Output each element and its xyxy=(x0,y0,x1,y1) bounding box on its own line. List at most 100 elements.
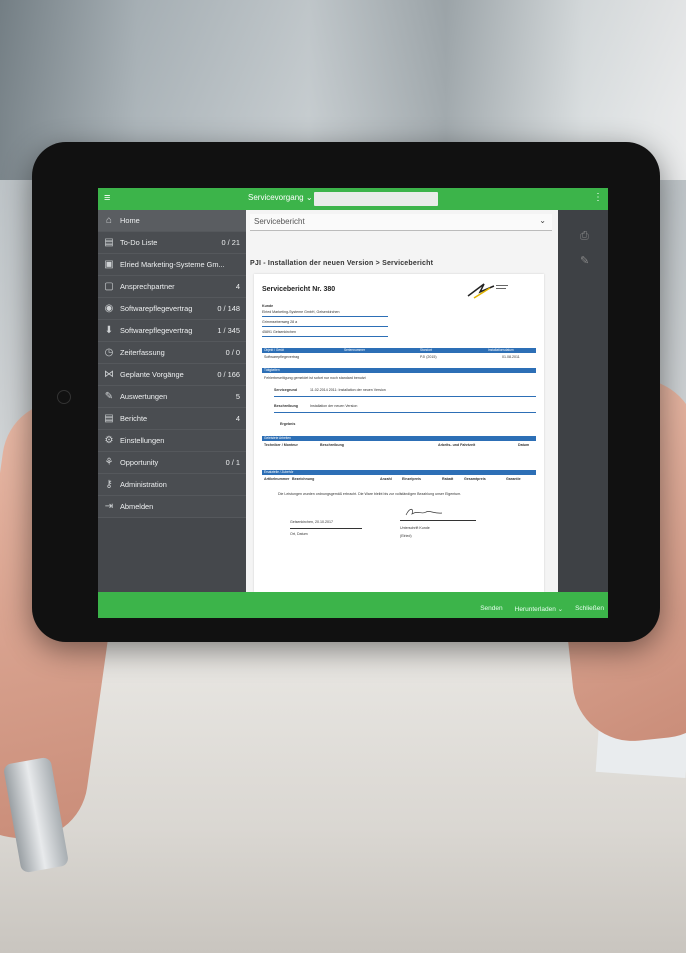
table1-header-4: Installationsdatum xyxy=(488,348,514,352)
divider xyxy=(262,316,388,317)
sidebar-item-time[interactable]: ◷ Zeiterfassung 0 / 0 xyxy=(98,342,246,364)
sidebar-item-logout[interactable]: ⇥ Abmelden xyxy=(98,496,246,518)
kunde-name: Elried Marketing-Systeme GmbH, Gelsenkir… xyxy=(262,310,340,314)
sidebar-item-evaluations[interactable]: ✎ Auswertungen 5 xyxy=(98,386,246,408)
sidebar-item-opportunity[interactable]: ⚘ Opportunity 0 / 1 xyxy=(98,452,246,474)
table1-header-1: Objekt / Gerät xyxy=(264,348,284,352)
table3-header: Anzahl xyxy=(380,477,392,481)
kunde-address2: 45891 Gelsenkirchen xyxy=(262,330,296,334)
clock-icon: ◷ xyxy=(104,347,114,358)
table3-header: Rabatt xyxy=(442,477,454,481)
sidebar-item-contract-a[interactable]: ◉ Softwarepflegevertrag 0 / 148 xyxy=(98,298,246,320)
close-button[interactable]: Schließen xyxy=(575,605,604,613)
table2-title: Geleistete Arbeiten xyxy=(264,436,291,440)
sidebar-item-count: 0 / 148 xyxy=(217,304,240,313)
sidebar-item-company[interactable]: ▣ Elried Marketing-Systeme Gm... xyxy=(98,254,246,276)
sidebar-item-label: Softwarepflegevertrag xyxy=(120,304,193,313)
divider xyxy=(262,336,388,337)
chevron-down-icon: ⌄ xyxy=(305,193,313,202)
sidebar-item-label: Elried Marketing-Systeme Gm... xyxy=(120,260,225,269)
beschreibung-label: Beschreibung xyxy=(274,404,298,408)
edit-icon[interactable]: ✎ xyxy=(580,254,589,267)
tablet-device: ≡ Servicevorgang ⌄ ⋮ ⌂ Home ▤ To-Do List… xyxy=(32,142,660,642)
sidebar-item-count: 1 / 345 xyxy=(217,326,240,335)
table3-header: Gesamtpreis xyxy=(464,477,486,481)
section-text: Fehlerbeseitigung gemeldet ist sofort nu… xyxy=(264,376,366,380)
sidebar-item-count: 0 / 1 xyxy=(225,458,240,467)
servicegrund-value: 11.02.2014 2011: Installation der neuen … xyxy=(310,388,386,392)
signature-line-customer xyxy=(400,520,476,521)
sidebar-item-count: 4 xyxy=(235,414,240,423)
company-logo-icon xyxy=(467,283,508,299)
signature-image xyxy=(405,508,443,516)
settings-icon: ⚙ xyxy=(104,435,114,446)
sidebar-item-label: To-Do Liste xyxy=(120,238,158,247)
sidebar-item-todo[interactable]: ▤ To-Do Liste 0 / 21 xyxy=(98,232,246,254)
section-title: Tätigkeiten xyxy=(264,368,280,372)
sidebar-item-label: Einstellungen xyxy=(120,436,165,445)
report-select[interactable]: Servicebericht ⌄ xyxy=(250,214,552,231)
gear-icon: ◉ xyxy=(104,303,114,314)
report-preview: Servicebericht Nr. 380 Kunde Elried Mark… xyxy=(254,274,544,592)
kunde-address1: Grimmsebenweg 28 a xyxy=(262,320,298,324)
sidebar-item-label: Home xyxy=(120,216,140,225)
sidebar-item-planned[interactable]: ⋈ Geplante Vorgänge 0 / 166 xyxy=(98,364,246,386)
sidebar-item-label: Zeiterfassung xyxy=(120,348,165,357)
sidebar-item-label: Berichte xyxy=(120,414,148,423)
printer-icon[interactable]: ⎙ xyxy=(580,230,589,243)
table1-cell: Softwarepflegevertrag xyxy=(264,355,300,359)
sidebar-item-contract-b[interactable]: ⬇ Softwarepflegevertrag 1 / 345 xyxy=(98,320,246,342)
opportunity-icon: ⚘ xyxy=(104,457,114,468)
table3-header: Artikelnummer xyxy=(264,477,290,481)
sidebar-item-reports[interactable]: ▤ Berichte 4 xyxy=(98,408,246,430)
sidebar-item-settings[interactable]: ⚙ Einstellungen xyxy=(98,430,246,452)
sidebar-item-count: 0 / 166 xyxy=(217,370,240,379)
legal-note: Die Leistungen wurden ordnungsgemäß erbr… xyxy=(278,492,462,496)
table3-title: Ersatzteile / Zubehör xyxy=(264,470,294,474)
signature-line-date xyxy=(290,528,362,529)
admin-icon: ⚷ xyxy=(105,479,113,490)
sidebar-item-label: Ansprechpartner xyxy=(120,282,175,291)
contact-icon: ▢ xyxy=(104,281,114,292)
ergebnis-label: Ergebnis xyxy=(280,422,296,426)
kunde-label: Kunde xyxy=(262,304,274,308)
record-type-dropdown[interactable]: Servicevorgang ⌄ xyxy=(248,193,313,202)
sidebar-item-contacts[interactable]: ▢ Ansprechpartner 4 xyxy=(98,276,246,298)
report-title: Servicebericht Nr. 380 xyxy=(262,286,336,293)
sidebar-item-label: Geplante Vorgänge xyxy=(120,370,184,379)
table3-header: Garantie xyxy=(506,477,521,481)
table2-header: Beschreibung xyxy=(320,443,344,447)
section-header xyxy=(262,368,536,373)
servicegrund-label: Servicegrund xyxy=(274,388,297,392)
hamburger-icon[interactable]: ≡ xyxy=(104,192,110,204)
send-button[interactable]: Senden xyxy=(480,605,502,613)
top-bar: ≡ Servicevorgang ⌄ ⋮ xyxy=(98,188,608,210)
table2-header: Arbeits- und Fahrtzeit xyxy=(438,443,476,447)
sidebar-item-count: 0 / 21 xyxy=(221,238,241,247)
todo-icon: ▤ xyxy=(104,237,114,248)
table1-header-3: Standort xyxy=(420,348,433,352)
sidebar-item-count: 5 xyxy=(235,392,240,401)
beschreibung-value: Installation der neuen Version xyxy=(310,404,358,408)
action-bar: Senden Herunterladen ⌄ Schließen xyxy=(98,600,608,618)
sidebar: ⌂ Home ▤ To-Do Liste 0 / 21 ▣ Elried Mar… xyxy=(98,210,246,592)
signature-name: (Elried) xyxy=(400,534,412,538)
table2-title-bar xyxy=(262,436,536,441)
signature-label: Unterschrift Kunde xyxy=(400,526,430,530)
sidebar-item-count: 4 xyxy=(235,282,240,291)
record-type-label: Servicevorgang xyxy=(248,193,304,202)
menu-dots-icon[interactable]: ⋮ xyxy=(593,192,603,203)
share-icon: ⋈ xyxy=(104,369,114,380)
sidebar-item-home[interactable]: ⌂ Home xyxy=(98,210,246,232)
breadcrumb: PJI - Installation der neuen Version > S… xyxy=(250,260,434,267)
pencil-icon: ✎ xyxy=(104,391,114,402)
search-input[interactable] xyxy=(314,192,438,206)
sidebar-item-admin[interactable]: ⚷ Administration xyxy=(98,474,246,496)
sidebar-item-label: Abmelden xyxy=(120,502,154,511)
table1-cell: 01.08.2011 xyxy=(502,355,520,359)
download-label: Herunterladen xyxy=(514,606,556,613)
download-button[interactable]: Herunterladen ⌄ xyxy=(515,605,563,613)
app-screen: ≡ Servicevorgang ⌄ ⋮ ⌂ Home ▤ To-Do List… xyxy=(98,188,608,602)
table2-header: Techniker / Monteur xyxy=(264,443,298,447)
table3-header: Einzelpreis xyxy=(402,477,421,481)
